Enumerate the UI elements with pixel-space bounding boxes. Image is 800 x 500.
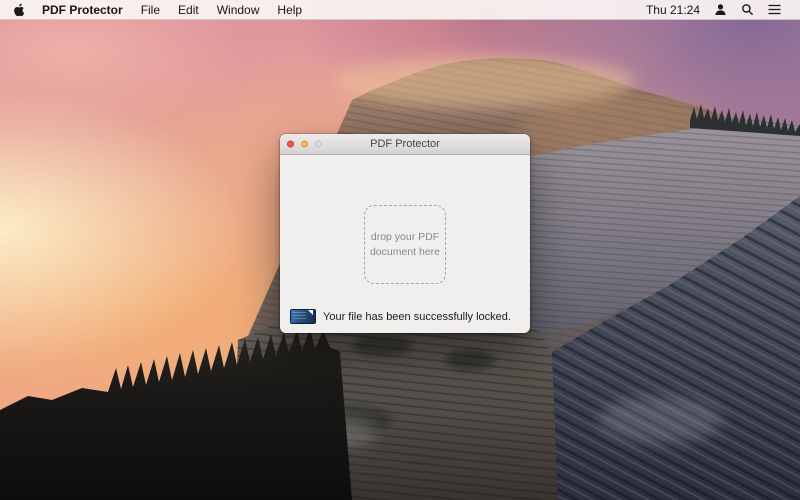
status-message: Your file has been successfully locked.: [323, 311, 511, 323]
apple-menu-icon[interactable]: [14, 0, 34, 19]
dropzone-text-line2: document here: [370, 245, 440, 260]
locked-pdf-file-icon: [290, 309, 316, 324]
menu-file[interactable]: File: [132, 0, 169, 19]
status-row: Your file has been successfully locked.: [290, 309, 511, 324]
window-title: PDF Protector: [280, 134, 530, 154]
pdf-protector-window: PDF Protector drop your PDF document her…: [280, 134, 530, 333]
app-menu[interactable]: PDF Protector: [34, 0, 132, 19]
window-content: drop your PDF document here Your file ha…: [280, 155, 530, 333]
user-icon[interactable]: [707, 0, 734, 19]
menu-edit[interactable]: Edit: [169, 0, 208, 19]
window-titlebar[interactable]: PDF Protector: [280, 134, 530, 155]
dropzone-text-line1: drop your PDF: [371, 230, 439, 245]
search-icon[interactable]: [734, 0, 761, 19]
menubar-clock[interactable]: Thu 21:24: [639, 0, 707, 19]
menu-window[interactable]: Window: [208, 0, 269, 19]
menu-bar: PDF Protector File Edit Window Help Thu …: [0, 0, 800, 20]
notification-center-icon[interactable]: [761, 0, 788, 19]
pdf-drop-zone[interactable]: drop your PDF document here: [364, 205, 446, 284]
menu-help[interactable]: Help: [268, 0, 311, 19]
